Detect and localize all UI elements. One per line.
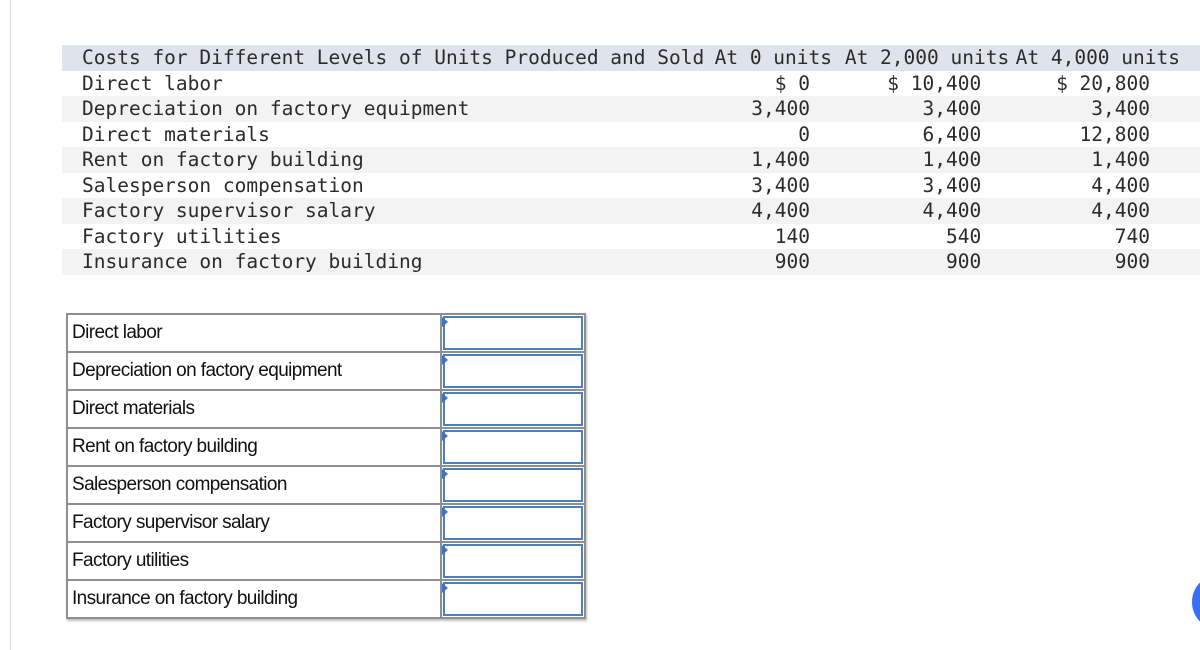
- triangle-right-icon: [442, 583, 448, 593]
- triangle-right-icon: [442, 317, 448, 327]
- cost-row-label: Direct materials: [82, 122, 270, 146]
- answer-row: Depreciation on factory equipment: [66, 351, 586, 391]
- cost-row-label: Factory utilities: [82, 224, 282, 248]
- answer-row-label: Salesperson compensation: [66, 465, 442, 505]
- cost-row-value: $ 0: [774, 71, 810, 95]
- cost-table-row: Direct labor $ 0 $ 10,400 $ 20,800: [62, 71, 1200, 97]
- cost-row-value: 1,400: [1091, 148, 1150, 171]
- answer-row: Direct labor: [66, 313, 586, 353]
- answer-dropdown-cell: [440, 579, 586, 619]
- answer-dropdown-cell: [440, 313, 586, 353]
- triangle-right-icon: [442, 355, 448, 365]
- cost-row-value: 3,400: [1091, 97, 1150, 120]
- triangle-right-icon: [442, 431, 448, 441]
- cost-row-label: Factory supervisor salary: [82, 199, 376, 222]
- cost-row-value: 140: [774, 224, 810, 248]
- cost-row-value: 1,400: [922, 148, 982, 171]
- answer-row-label: Factory supervisor salary: [66, 503, 442, 543]
- header-label: Costs for Different Levels of Units Prod…: [82, 46, 705, 69]
- cost-row-label: Salesperson compensation: [82, 173, 364, 197]
- header-col-2000-units: At 2,000 units: [844, 46, 1010, 69]
- triangle-right-icon: [442, 469, 448, 479]
- answer-row-label: Direct labor: [66, 313, 442, 353]
- cost-behavior-dropdown[interactable]: [443, 316, 583, 350]
- triangle-right-icon: [442, 507, 448, 517]
- cost-table-row: Insurance on factory building 900 900 900: [62, 249, 1200, 275]
- cost-table-row: Rent on factory building 1,400 1,400 1,400: [62, 147, 1200, 173]
- answer-dropdown-cell: [440, 351, 586, 391]
- cost-row-value: 740: [1114, 224, 1150, 248]
- cost-behavior-dropdown[interactable]: [443, 430, 583, 464]
- cost-row-value: 900: [774, 250, 810, 273]
- cost-row-value: 0: [798, 122, 810, 146]
- cost-behavior-dropdown[interactable]: [443, 582, 583, 616]
- answer-dropdown-cell: [440, 541, 586, 581]
- cost-row-value: 4,400: [1091, 173, 1150, 197]
- answer-row-label: Factory utilities: [66, 541, 442, 581]
- answer-row: Salesperson compensation: [66, 465, 586, 505]
- cost-table-row: Salesperson compensation 3,400 3,400 4,400: [62, 173, 1200, 199]
- cost-row-value: 12,800: [1079, 122, 1150, 146]
- cost-behavior-dropdown[interactable]: [443, 506, 583, 540]
- answer-row: Direct materials: [66, 389, 586, 429]
- cost-behavior-dropdown[interactable]: [443, 468, 583, 502]
- cost-row-value: 900: [1114, 250, 1150, 273]
- cost-row-value: 4,400: [751, 199, 810, 222]
- answer-dropdown-cell: [440, 465, 586, 505]
- triangle-right-icon: [442, 393, 448, 403]
- cost-row-label: Rent on factory building: [82, 148, 364, 171]
- answer-dropdown-cell: [440, 389, 586, 429]
- cost-row-label: Depreciation on factory equipment: [82, 97, 470, 120]
- cost-row-value: 1,400: [751, 148, 810, 171]
- cost-row-label: Direct labor: [82, 71, 223, 95]
- cost-table-row: Direct materials 0 6,400 12,800: [62, 122, 1200, 148]
- cost-row-value: 6,400: [922, 122, 982, 146]
- cost-data-table: Costs for Different Levels of Units Prod…: [62, 45, 1200, 275]
- answer-dropdown-cell: [440, 427, 586, 467]
- cost-row-value: 540: [945, 224, 982, 248]
- answer-row: Insurance on factory building: [66, 579, 586, 619]
- cost-behavior-dropdown[interactable]: [443, 354, 583, 388]
- answer-row: Rent on factory building: [66, 427, 586, 467]
- answer-dropdown-cell: [440, 503, 586, 543]
- classification-answer-table: Direct labor Depreciation on factory equi…: [66, 313, 586, 619]
- answer-row: Factory supervisor salary: [66, 503, 586, 543]
- cost-table-header-row: Costs for Different Levels of Units Prod…: [62, 45, 1200, 71]
- page-left-border: [10, 0, 11, 650]
- cost-row-value: 3,400: [751, 173, 810, 197]
- cost-row-label: Insurance on factory building: [82, 250, 423, 273]
- cost-row-value: 4,400: [922, 199, 982, 222]
- cost-row-value: $ 10,400: [887, 71, 982, 95]
- cost-table-row: Depreciation on factory equipment 3,400 3,…: [62, 96, 1200, 122]
- header-col-0-units: At 0 units: [714, 46, 832, 69]
- cost-row-value: $ 20,800: [1056, 71, 1150, 95]
- cost-behavior-dropdown[interactable]: [443, 392, 583, 426]
- answer-row-label: Direct materials: [66, 389, 442, 429]
- help-button[interactable]: [1192, 574, 1200, 630]
- triangle-right-icon: [442, 545, 448, 555]
- cost-row-value: 900: [945, 250, 982, 273]
- cost-row-value: 4,400: [1091, 199, 1150, 222]
- cost-row-value: 3,400: [922, 97, 982, 120]
- cost-row-value: 3,400: [922, 173, 982, 197]
- answer-row-label: Depreciation on factory equipment: [66, 351, 442, 391]
- answer-row: Factory utilities: [66, 541, 586, 581]
- answer-row-label: Rent on factory building: [66, 427, 442, 467]
- header-col-4000-units: At 4,000 units: [1015, 46, 1180, 69]
- answer-row-label: Insurance on factory building: [66, 579, 442, 619]
- cost-behavior-dropdown[interactable]: [443, 544, 583, 578]
- cost-table-row: Factory utilities 140 540 740: [62, 224, 1200, 250]
- cost-table-row: Factory supervisor salary 4,400 4,400 4,400: [62, 198, 1200, 224]
- cost-row-value: 3,400: [751, 97, 810, 120]
